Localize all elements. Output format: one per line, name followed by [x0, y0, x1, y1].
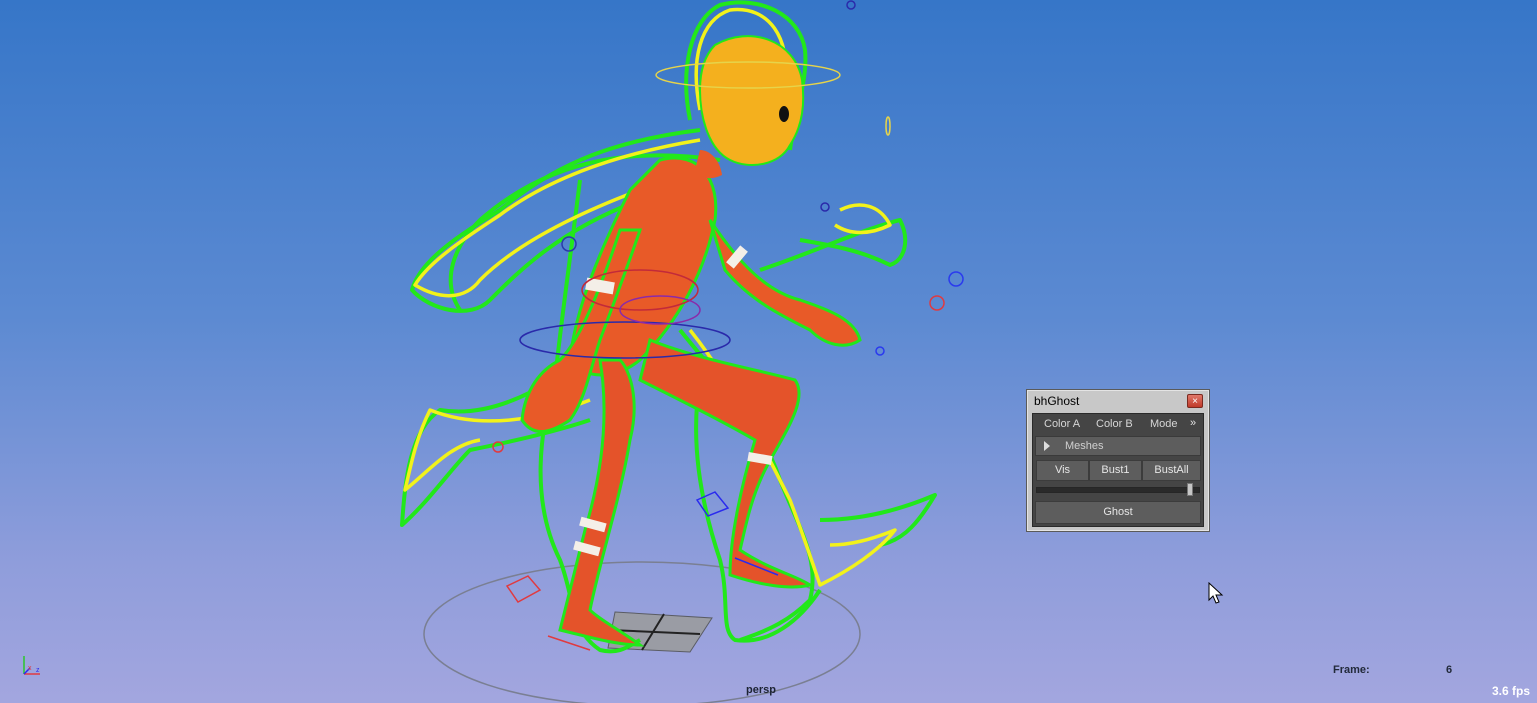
- menu-color-b[interactable]: Color B: [1096, 418, 1133, 430]
- mouse-cursor-icon: [1208, 582, 1224, 604]
- axis-indicator: x z: [23, 656, 40, 675]
- frame-value: 6: [1446, 664, 1453, 676]
- fps-readout: 3.6 fps: [1491, 684, 1530, 698]
- window-body: Color A Color B Mode » Meshes Vis Bust1 …: [1032, 413, 1204, 527]
- bust1-button[interactable]: Bust1: [1089, 460, 1142, 481]
- meshes-frame-header[interactable]: Meshes: [1035, 436, 1201, 456]
- meshes-label: Meshes: [1065, 440, 1104, 452]
- ghost-slider[interactable]: [1036, 483, 1200, 496]
- expand-arrow-icon[interactable]: [1044, 441, 1050, 451]
- svg-text:x: x: [28, 665, 32, 672]
- bustall-button[interactable]: BustAll: [1142, 460, 1201, 481]
- menu-bar: Color A Color B Mode »: [1033, 415, 1203, 435]
- window-title: bhGhost: [1034, 394, 1080, 408]
- close-button[interactable]: ×: [1187, 394, 1203, 408]
- slider-handle[interactable]: [1187, 483, 1193, 496]
- menu-color-a[interactable]: Color A: [1044, 418, 1080, 430]
- svg-text:z: z: [36, 667, 40, 674]
- ghost-button[interactable]: Ghost: [1035, 501, 1201, 524]
- maya-viewport[interactable]: x z persp Frame: 6 3.6 fps: [0, 0, 1537, 703]
- menu-overflow-icon[interactable]: »: [1190, 417, 1196, 429]
- camera-label: persp: [746, 684, 776, 696]
- vis-button[interactable]: Vis: [1036, 460, 1089, 481]
- 3d-scene[interactable]: [0, 0, 1537, 703]
- bhghost-window[interactable]: bhGhost × Color A Color B Mode » Meshes …: [1026, 389, 1210, 532]
- menu-mode[interactable]: Mode: [1150, 418, 1178, 430]
- frame-label: Frame:: [1333, 664, 1370, 676]
